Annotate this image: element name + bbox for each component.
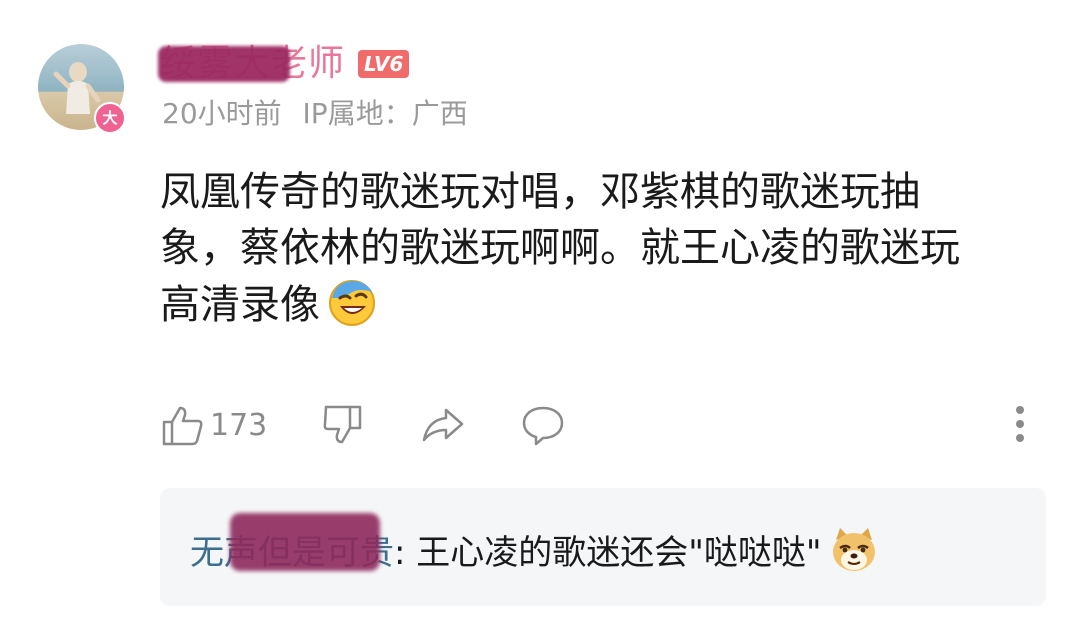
reply-separator: : <box>394 533 406 573</box>
vip-badge: 大 <box>94 102 126 134</box>
comment-bubble-icon <box>520 402 566 448</box>
redaction-mark <box>230 513 380 571</box>
level-badge: LV6 <box>358 50 410 78</box>
laughing-crying-icon <box>326 276 378 328</box>
thumbs-up-icon <box>160 402 206 448</box>
ip-label: IP属地： <box>302 97 412 130</box>
comment-line-text: 高清录像 <box>160 282 320 328</box>
comment-line: 凤凰传奇的歌迷玩对唱，邓紫棋的歌迷玩抽 <box>160 169 920 215</box>
doge-icon <box>828 524 880 576</box>
reply-content: 王心凌的歌迷还会"哒哒哒" <box>405 533 822 573</box>
like-button[interactable]: 173 <box>160 400 267 450</box>
redaction-mark <box>158 46 290 82</box>
reply-preview[interactable]: 无声但是可贵: 王心凌的歌迷还会"哒哒哒" <box>160 488 1046 606</box>
comment-meta: 20小时前 IP属地：广西 <box>162 96 468 132</box>
username-row: 绥雾大老师 <box>158 40 345 88</box>
share-button[interactable] <box>420 400 466 450</box>
comment-time: 20小时前 <box>162 97 282 130</box>
comment-body: 凤凰传奇的歌迷玩对唱，邓紫棋的歌迷玩抽 象，蔡依林的歌迷玩啊啊。就王心凌的歌迷玩… <box>160 164 1030 333</box>
reply-username-wrap: 无声但是可贵 <box>190 513 394 573</box>
ip-location: 广西 <box>411 97 468 130</box>
share-icon <box>420 402 466 448</box>
thumbs-down-icon <box>320 402 366 448</box>
dislike-button[interactable] <box>320 400 366 450</box>
comment-card: 大 绥雾大老师 LV6 20小时前 IP属地：广西 凤凰传奇的歌迷玩对唱，邓紫棋… <box>0 0 1080 618</box>
reply-text-row: 无声但是可贵: 王心凌的歌迷还会"哒哒哒" <box>190 513 880 577</box>
comment-line-last: 高清录像 <box>160 276 1030 333</box>
comment-line: 象，蔡依林的歌迷玩啊啊。就王心凌的歌迷玩 <box>160 225 960 271</box>
like-count: 173 <box>210 407 268 443</box>
action-bar: 173 <box>160 400 1040 450</box>
more-options-icon[interactable] <box>1016 406 1026 448</box>
reply-button[interactable] <box>520 400 566 450</box>
